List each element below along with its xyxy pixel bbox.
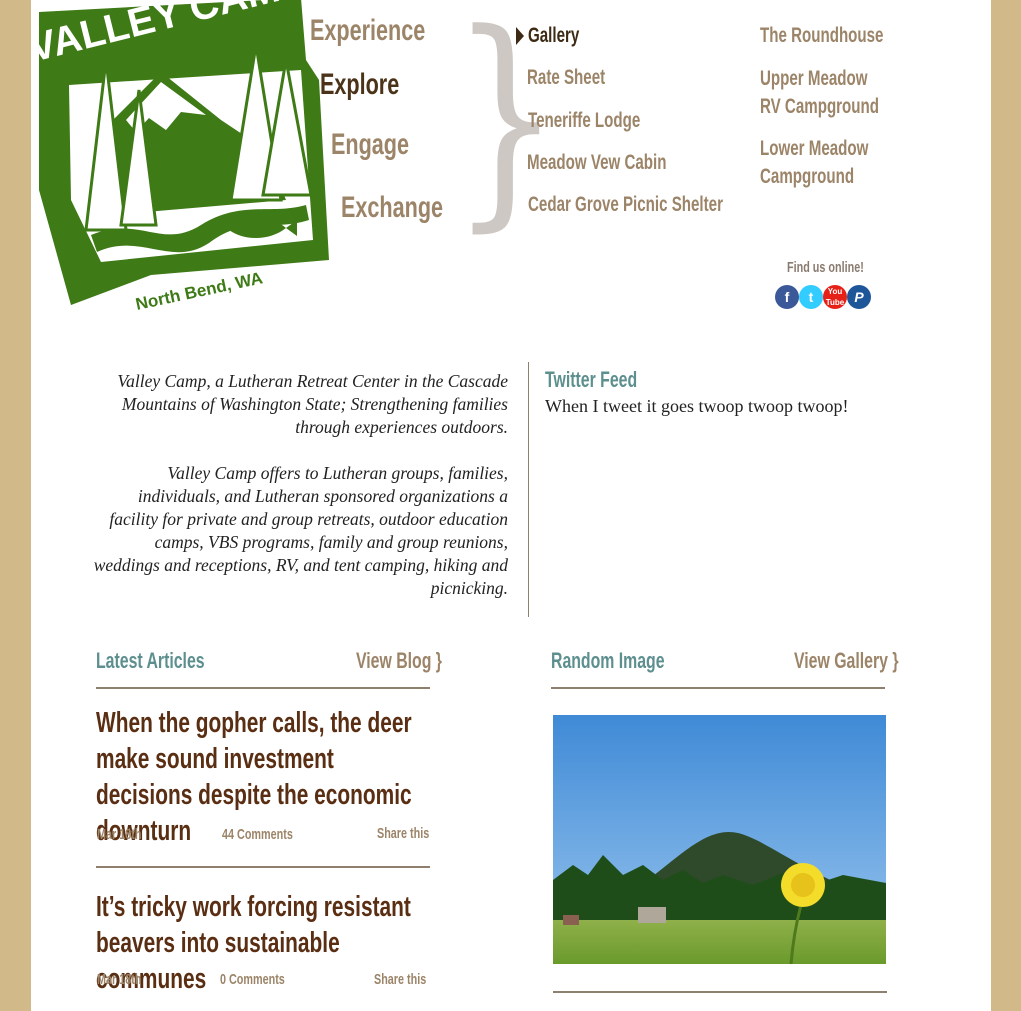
subnav-gallery[interactable]: Gallery <box>528 22 579 50</box>
nav-explore[interactable]: Explore <box>320 68 399 102</box>
intro-text: Valley Camp, a Lutheran Retreat Center i… <box>91 370 508 623</box>
nav-engage[interactable]: Engage <box>331 128 409 162</box>
vertical-divider <box>528 362 529 617</box>
find-us-label: Find us online! <box>787 259 864 276</box>
page: VALLEY CAMP North Bend, WA Experience Ex… <box>31 0 991 1011</box>
subnav-roundhouse[interactable]: The Roundhouse <box>760 22 883 50</box>
subnav-teneriffe-lodge[interactable]: Teneriffe Lodge <box>528 107 640 135</box>
latest-articles-title: Latest Articles <box>96 648 205 673</box>
random-gallery-image[interactable] <box>553 715 886 964</box>
subnav-upper-meadow[interactable]: Upper Meadow RV Campground <box>760 65 879 121</box>
view-blog-link[interactable]: View Blog } <box>356 648 442 674</box>
subnav-upper-meadow-line2: RV Campground <box>760 95 880 118</box>
twitter-feed-title: Twitter Feed <box>545 367 638 392</box>
valley-camp-logo[interactable]: VALLEY CAMP North Bend, WA <box>31 0 331 320</box>
share-this-link[interactable]: Share this <box>377 825 429 842</box>
view-gallery-link[interactable]: View Gallery } <box>794 648 899 674</box>
logo-location: North Bend, WA <box>134 268 265 313</box>
subnav-meadow-view-cabin[interactable]: Meadow Vew Cabin <box>527 149 666 177</box>
article-date: Mar 18th <box>97 971 142 988</box>
paypal-icon[interactable]: P <box>847 285 871 309</box>
article-comments-link[interactable]: 44 Comments <box>222 826 293 843</box>
article-date: Mar 18th <box>97 826 142 843</box>
articles-rule <box>96 687 430 689</box>
facebook-icon[interactable]: f <box>775 285 799 309</box>
article-comments-link[interactable]: 0 Comments <box>220 971 285 988</box>
youtube-icon[interactable]: You Tube <box>823 285 847 309</box>
twitter-icon[interactable]: t <box>799 285 823 309</box>
share-this-link[interactable]: Share this <box>374 971 426 988</box>
nav-exchange[interactable]: Exchange <box>341 191 443 225</box>
subnav-rate-sheet[interactable]: Rate Sheet <box>527 64 605 92</box>
subnav-lower-meadow-line2: Campground <box>760 165 855 188</box>
subnav-cedar-grove[interactable]: Cedar Grove Picnic Shelter <box>528 191 723 219</box>
gallery-bottom-rule <box>553 991 887 993</box>
subnav-upper-meadow-line1: Upper Meadow <box>760 67 868 90</box>
tweet-text: When I tweet it goes twoop twoop twoop! <box>545 396 849 416</box>
random-image-title: Random Image <box>551 648 665 673</box>
article-rule <box>96 866 430 868</box>
active-arrow-icon <box>516 27 524 45</box>
intro-paragraph-2: Valley Camp offers to Lutheran groups, f… <box>93 463 508 598</box>
intro-paragraph-1: Valley Camp, a Lutheran Retreat Center i… <box>117 371 508 437</box>
subnav-lower-meadow-line1: Lower Meadow <box>760 137 869 160</box>
subnav-lower-meadow[interactable]: Lower Meadow Campground <box>760 135 868 191</box>
nav-experience[interactable]: Experience <box>310 14 425 48</box>
gallery-rule <box>551 687 885 689</box>
